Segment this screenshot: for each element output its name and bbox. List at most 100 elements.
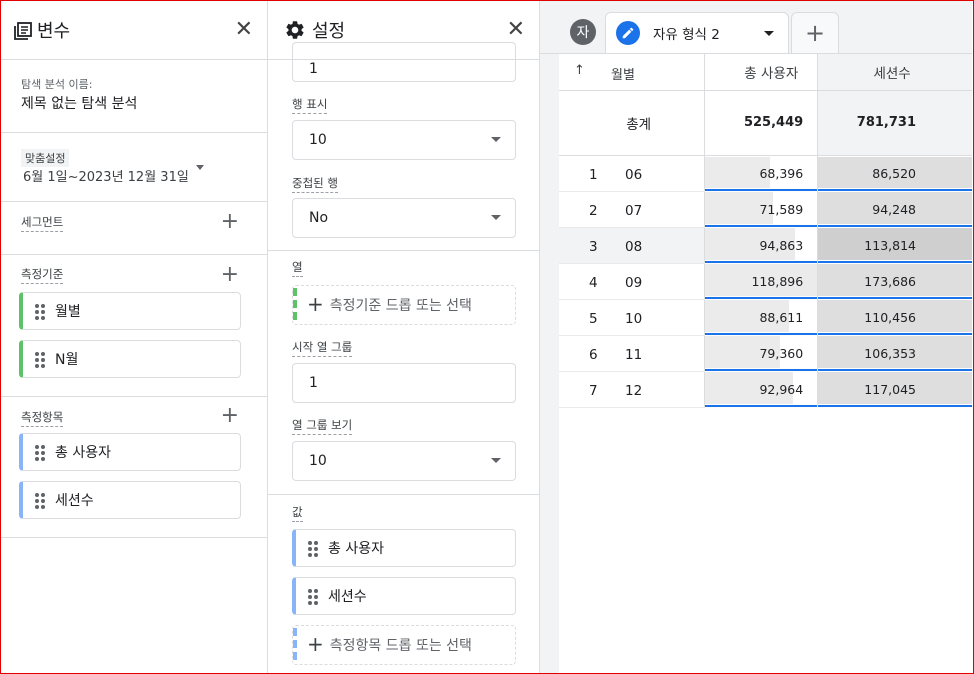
show-col-groups-select[interactable]: 10 xyxy=(292,441,516,481)
row-sessions-cell: 117,045 xyxy=(817,371,972,407)
start-col-group-field[interactable]: 1 xyxy=(292,363,516,403)
row-dimension-cell: 6 11 xyxy=(559,335,705,372)
value-chip-label: 총 사용자 xyxy=(328,541,384,557)
row-sessions-cell: 106,353 xyxy=(817,335,972,371)
row-users-value: 88,611 xyxy=(759,309,804,325)
header-total-users-label: 총 사용자 xyxy=(744,65,799,82)
row-sessions-cell: 94,248 xyxy=(817,191,972,227)
row-index: 7 xyxy=(589,382,598,399)
header-total-users[interactable]: 총 사용자 xyxy=(704,54,818,91)
row-dimension-cell: 5 10 xyxy=(559,299,705,336)
row-users-value: 68,396 xyxy=(759,165,804,181)
nested-rows-select[interactable]: No xyxy=(292,198,516,238)
tab-label: 자유 형식 2 xyxy=(653,27,720,43)
settings-title: 설정 xyxy=(312,21,346,42)
users-underline xyxy=(705,405,818,407)
add-tab-button[interactable]: + xyxy=(791,12,839,53)
table-row[interactable]: 6 11 79,360 106,353 xyxy=(559,335,972,372)
row-index: 3 xyxy=(589,238,598,255)
totals-users: 525,449 xyxy=(704,90,818,156)
table-row[interactable]: 1 06 68,396 86,520 xyxy=(559,155,972,192)
values-drop-zone[interactable]: + 측정항목 드롭 또는 선택 xyxy=(292,625,516,665)
start-row-field[interactable]: 1 xyxy=(292,42,516,82)
row-sessions-cell: 113,814 xyxy=(817,227,972,263)
row-users-cell: 118,896 xyxy=(704,263,818,299)
value-chip[interactable]: 총 사용자 xyxy=(292,529,516,567)
date-range-section[interactable]: 맞춤설정 6월 1일~2023년 12월 31일 xyxy=(1,133,267,202)
dimension-chip-label: 월별 xyxy=(55,304,81,320)
header-month-label: 월별 xyxy=(611,68,635,83)
table-row[interactable]: 7 12 92,964 117,045 xyxy=(559,371,972,408)
row-sessions-value: 86,520 xyxy=(872,165,916,181)
header-sessions-label: 세션수 xyxy=(873,65,911,82)
tab-active[interactable]: 자유 형식 2 xyxy=(605,12,789,53)
table-body: 1 06 68,396 86,520 2 07 71,589 94,248 3 08 94,863 1… xyxy=(559,155,972,408)
gear-icon xyxy=(284,19,306,41)
table-row[interactable]: 4 09 118,896 173,686 xyxy=(559,263,972,300)
row-sessions-cell: 86,520 xyxy=(817,155,972,191)
pivot-table: ↑ 월별 총 사용자 세션수 총계 525,449 781,731 1 06 68,… xyxy=(559,54,972,408)
values-section: 값 총 사용자 세션수 + 측정항목 드롭 또는 선택 xyxy=(268,495,539,673)
metric-chip[interactable]: 총 사용자 xyxy=(19,433,241,471)
row-users-cell: 71,589 xyxy=(704,191,818,227)
row-dimension-cell: 4 09 xyxy=(559,263,705,300)
row-users-cell: 68,396 xyxy=(704,155,818,191)
segments-label: 세그먼트 xyxy=(21,214,64,232)
start-row-value: 1 xyxy=(309,61,318,77)
drag-handle-icon[interactable] xyxy=(308,541,318,557)
row-sessions-value: 110,456 xyxy=(864,309,916,325)
plus-icon: + xyxy=(307,292,324,316)
tab-menu-arrow-icon[interactable] xyxy=(764,30,774,36)
avatar[interactable]: 자 xyxy=(570,19,596,45)
dropdown-arrow-icon xyxy=(491,458,501,463)
row-month: 06 xyxy=(625,166,643,183)
columns-label: 열 xyxy=(292,259,303,277)
totals-sessions: 781,731 xyxy=(817,90,972,156)
add-segment-icon[interactable]: + xyxy=(221,211,239,233)
row-dimension-cell: 2 07 xyxy=(559,191,705,228)
drag-handle-icon[interactable] xyxy=(35,493,45,509)
sort-ascending-icon[interactable]: ↑ xyxy=(574,63,585,78)
exploration-name-input[interactable]: 제목 없는 탐색 분석 xyxy=(21,93,137,113)
table-header-row: ↑ 월별 총 사용자 세션수 xyxy=(559,54,972,91)
add-metric-icon[interactable]: + xyxy=(221,405,239,427)
columns-drop-zone[interactable]: + 측정기준 드롭 또는 선택 xyxy=(292,285,516,325)
metric-chip[interactable]: 세션수 xyxy=(19,481,241,519)
dimension-chip-label: N월 xyxy=(55,352,79,368)
close-icon[interactable]: ✕ xyxy=(235,19,253,41)
row-sessions-cell: 173,686 xyxy=(817,263,972,299)
close-icon[interactable]: ✕ xyxy=(507,19,525,41)
header-month[interactable]: ↑ 월별 xyxy=(559,54,705,91)
metric-chip-label: 총 사용자 xyxy=(55,445,111,461)
totals-label: 총계 xyxy=(559,90,705,156)
drag-handle-icon[interactable] xyxy=(35,445,45,461)
chevron-down-icon[interactable] xyxy=(196,165,204,170)
table-row[interactable]: 3 08 94,863 113,814 xyxy=(559,227,972,264)
drag-handle-icon[interactable] xyxy=(308,589,318,605)
show-col-groups-value: 10 xyxy=(309,453,327,469)
header-sessions[interactable]: 세션수 xyxy=(817,54,972,91)
row-users-cell: 79,360 xyxy=(704,335,818,371)
row-month: 11 xyxy=(625,346,643,363)
variables-title: 변수 xyxy=(37,21,71,42)
exploration-name-label: 탐색 분석 이름: xyxy=(21,78,93,91)
drag-handle-icon[interactable] xyxy=(35,352,45,368)
tab-bar: 자 자유 형식 2 + xyxy=(540,1,972,54)
dimension-chip[interactable]: 월별 xyxy=(19,292,241,330)
variables-panel: 변수 ✕ 탐색 분석 이름: 제목 없는 탐색 분석 맞춤설정 6월 1일~20… xyxy=(1,1,268,673)
row-month: 07 xyxy=(625,202,643,219)
values-drop-text: 측정항목 드롭 또는 선택 xyxy=(329,638,472,654)
row-month: 10 xyxy=(625,310,643,327)
add-dimension-icon[interactable]: + xyxy=(221,264,239,286)
row-index: 2 xyxy=(589,202,598,219)
table-row[interactable]: 5 10 88,611 110,456 xyxy=(559,299,972,336)
show-rows-select[interactable]: 10 xyxy=(292,120,516,160)
value-chip-label: 세션수 xyxy=(328,589,367,605)
table-row[interactable]: 2 07 71,589 94,248 xyxy=(559,191,972,228)
drag-handle-icon[interactable] xyxy=(35,304,45,320)
row-index: 4 xyxy=(589,274,598,291)
value-chip[interactable]: 세션수 xyxy=(292,577,516,615)
dimension-chip[interactable]: N월 xyxy=(19,340,241,378)
pencil-icon xyxy=(616,21,640,45)
show-col-groups-label: 열 그룹 보기 xyxy=(292,417,353,435)
